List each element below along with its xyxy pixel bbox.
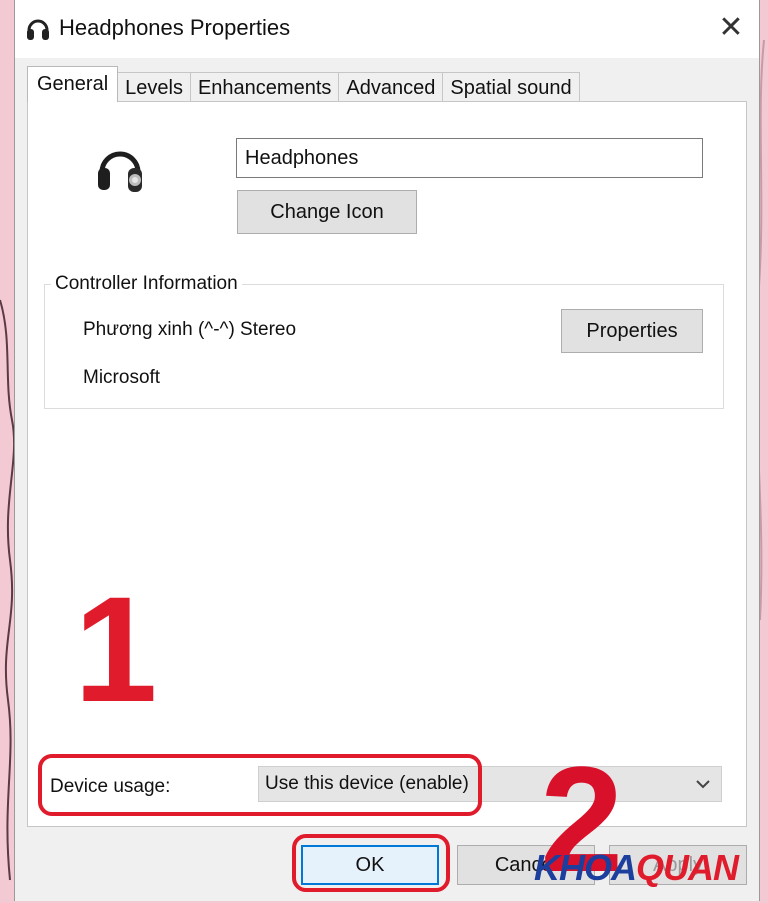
close-button[interactable]: ✕: [709, 6, 753, 50]
tab-strip: General Levels Enhancements Advanced Spa…: [27, 66, 580, 102]
change-icon-button[interactable]: Change Icon: [237, 190, 417, 234]
tab-advanced[interactable]: Advanced: [338, 72, 444, 102]
ok-button-highlight: [292, 834, 450, 892]
controller-information-legend: Controller Information: [51, 271, 242, 297]
tab-spatial-sound[interactable]: Spatial sound: [442, 72, 580, 102]
device-usage-highlight: [38, 754, 482, 816]
tab-general[interactable]: General: [27, 66, 119, 102]
controller-name: Phương xinh (^-^) Stereo: [83, 319, 297, 340]
watermark-logo: KHOAQUAN: [534, 844, 754, 892]
controller-vendor: Microsoft: [83, 367, 161, 388]
controller-information-group: Controller Information Phương xinh (^-^)…: [44, 271, 724, 409]
headphones-icon: [98, 151, 142, 192]
window-title: Headphones Properties: [59, 15, 291, 40]
headphones-icon: [27, 19, 49, 40]
tab-enhancements[interactable]: Enhancements: [189, 72, 340, 102]
watermark-part-a: KHOA: [534, 847, 637, 888]
step-number-1: 1: [74, 565, 158, 733]
controller-properties-button[interactable]: Properties: [561, 309, 703, 353]
tab-levels[interactable]: Levels: [117, 72, 191, 102]
title-bar: Headphones Properties ✕: [15, 0, 759, 58]
watermark-part-b: QUAN: [636, 847, 739, 888]
device-name-input[interactable]: [236, 138, 703, 178]
chevron-down-icon: [696, 780, 710, 789]
